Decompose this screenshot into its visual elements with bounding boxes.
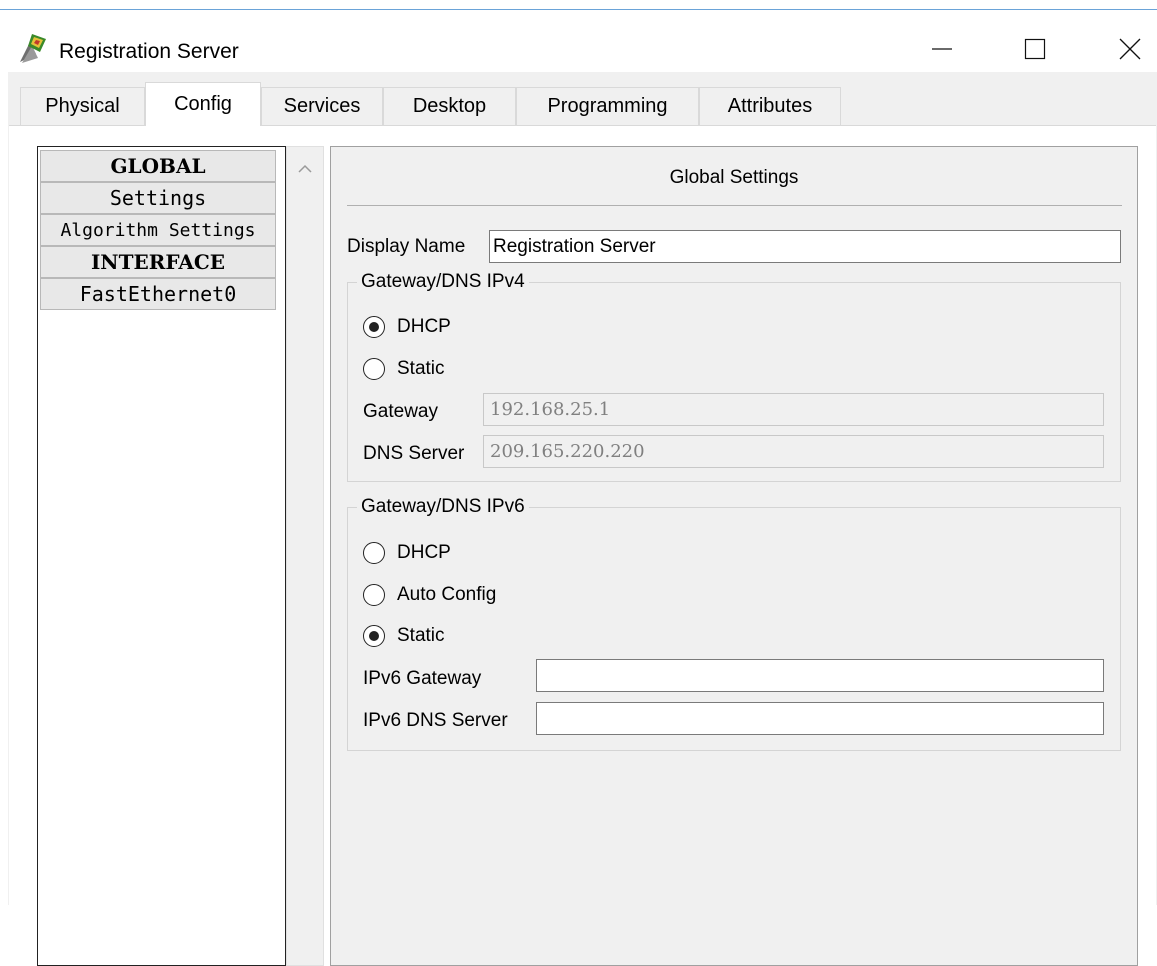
close-icon[interactable] [1103,26,1157,72]
radio-selected-icon[interactable] [363,316,385,338]
ipv6-dns-label: IPv6 DNS Server [363,710,508,731]
minimize-icon[interactable] [915,26,969,72]
nav-item-settings[interactable]: Settings [40,182,276,214]
tab-attributes[interactable]: Attributes [699,87,841,125]
title-bar: Registration Server [0,10,1157,72]
radio-label: Auto Config [397,584,497,605]
tab-label: Services [283,95,361,117]
device-server-icon [16,32,52,68]
radio-label: DHCP [397,316,451,337]
tab-label: Programming [547,95,668,117]
ipv6-gateway-label: IPv6 Gateway [363,668,482,689]
radio-unselected-icon[interactable] [363,358,385,380]
radio-unselected-icon[interactable] [363,584,385,606]
radio-label: Static [397,625,445,646]
ipv4-gateway-label: Gateway [363,401,438,422]
ipv6-dhcp-radio[interactable]: DHCP [363,542,451,564]
tab-label: Desktop [412,95,487,117]
display-name-input[interactable]: Registration Server [489,230,1121,263]
ipv4-gateway-input[interactable]: 192.168.25.1 [483,393,1104,426]
radio-label: Static [397,358,445,379]
display-name-label: Display Name [347,236,466,257]
radio-unselected-icon[interactable] [363,542,385,564]
ipv4-dns-input[interactable]: 209.165.220.220 [483,435,1104,468]
tab-config[interactable]: Config [145,82,261,126]
ipv6-gateway-input[interactable] [536,659,1104,692]
nav-scrollbar[interactable] [286,146,324,966]
ipv4-dns-label: DNS Server [363,443,465,464]
nav-item-fastethernet0[interactable]: FastEthernet0 [40,278,276,310]
radio-selected-icon[interactable] [363,625,385,647]
window-title: Registration Server [59,40,239,63]
ipv6-static-radio[interactable]: Static [363,625,445,647]
tab-label: Attributes [727,95,813,117]
tab-services[interactable]: Services [261,87,383,125]
config-nav-list: GLOBAL Settings Algorithm Settings INTER… [37,146,286,966]
panel-title: Global Settings [669,167,799,188]
top-edge-strip [0,0,1157,10]
scroll-up-arrow-icon[interactable] [298,157,312,179]
ipv4-group-title: Gateway/DNS IPv4 [357,271,529,293]
tab-programming[interactable]: Programming [516,87,699,125]
nav-header-global: GLOBAL [40,150,276,182]
title-divider [347,205,1122,206]
tab-label: Physical [45,95,120,117]
window-client-area: Physical Config Services Desktop Program… [8,72,1157,966]
nav-item-algorithm-settings[interactable]: Algorithm Settings [40,214,276,246]
tab-label: Config [174,93,232,115]
global-settings-panel: Global Settings Display Name Registratio… [330,146,1138,966]
ipv6-group-title: Gateway/DNS IPv6 [357,496,529,518]
maximize-icon[interactable] [1008,26,1062,72]
ipv4-static-radio[interactable]: Static [363,358,445,380]
nav-header-interface: INTERFACE [40,246,276,278]
tab-desktop[interactable]: Desktop [383,87,516,125]
ipv6-dns-input[interactable] [536,702,1104,735]
ipv4-dhcp-radio[interactable]: DHCP [363,316,451,338]
radio-label: DHCP [397,542,451,563]
tab-physical[interactable]: Physical [20,87,145,125]
ipv6-auto-config-radio[interactable]: Auto Config [363,584,496,606]
config-tab-pane: GLOBAL Settings Algorithm Settings INTER… [9,125,1156,966]
